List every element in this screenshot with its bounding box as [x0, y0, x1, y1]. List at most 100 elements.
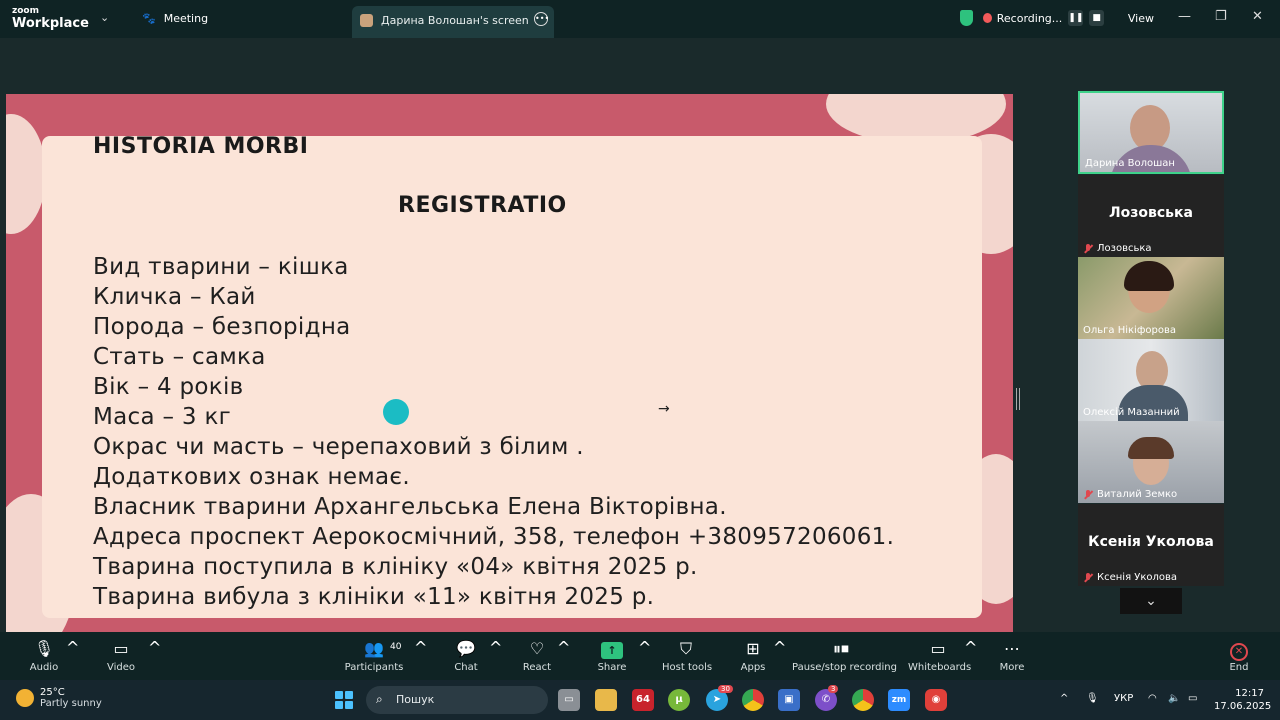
search-placeholder: Пошук: [396, 693, 435, 706]
share-button[interactable]: ↑ Share: [596, 638, 628, 673]
shield-icon: ⛉: [679, 639, 692, 658]
resize-handle[interactable]: [1016, 388, 1020, 410]
logo-big-text: Workplace: [12, 16, 89, 31]
participant-video: [1128, 437, 1174, 459]
slide-line: Маса – 3 кг: [93, 404, 232, 430]
temperature: 25°C: [40, 687, 65, 698]
file-explorer-icon[interactable]: [595, 689, 617, 711]
pause-recording-button[interactable]: ❚❚: [1068, 10, 1084, 26]
video-options-chevron-icon[interactable]: ^: [148, 638, 161, 657]
participants-options-chevron-icon[interactable]: ^: [414, 638, 427, 657]
stop-recording-button[interactable]: ■: [1089, 10, 1104, 26]
zoom-app-icon[interactable]: zm: [888, 689, 910, 711]
close-icon[interactable]: ✕: [1252, 9, 1263, 24]
battery-icon[interactable]: ▭: [1188, 693, 1197, 704]
apps-icon: ⊞: [746, 639, 760, 658]
utorrent-icon[interactable]: µ: [668, 689, 690, 711]
participants-button[interactable]: 👥 40 Participants: [344, 638, 404, 673]
pause-stop-recording-button[interactable]: ⏸⏹ Pause/stop recording: [792, 638, 897, 673]
chat-options-chevron-icon[interactable]: ^: [489, 638, 502, 657]
audio-button[interactable]: 🎙 Audio: [28, 638, 60, 673]
participant-name-text: Виталий Земко: [1097, 489, 1178, 500]
slide-line: Порода – безпорідна: [93, 314, 351, 340]
slide-line: Власник тварини Архангельська Елена Вікт…: [93, 494, 727, 520]
end-icon: ✕: [1230, 643, 1248, 661]
participant-tile[interactable]: Олексій Мазанний: [1078, 339, 1224, 421]
viber-badge: 3: [828, 685, 839, 693]
weather-widget[interactable]: 25°C Partly sunny: [16, 687, 102, 709]
participant-tile[interactable]: Лозовська Лозовська: [1078, 175, 1224, 257]
react-options-chevron-icon[interactable]: ^: [557, 638, 570, 657]
whiteboards-button[interactable]: ▭ Whiteboards: [908, 638, 971, 673]
shared-screen-tab[interactable]: Дарина Волошан's screen •••: [352, 6, 554, 38]
recording-area: Recording... ❚❚ ■ View: [956, 7, 1154, 29]
scroll-down-button[interactable]: ⌄: [1120, 588, 1182, 614]
apps-button[interactable]: ⊞ Apps: [738, 638, 768, 673]
weather-condition: Partly sunny: [40, 698, 102, 709]
chat-button[interactable]: 💬 Chat: [452, 638, 480, 673]
meeting-toolbar: 🎙 Audio ^ ▭ Video ^ 👥 40 Participants ^ …: [0, 632, 1280, 680]
react-label: React: [522, 662, 552, 673]
chrome-profile-icon[interactable]: [852, 689, 874, 711]
restore-icon[interactable]: ❐: [1215, 9, 1227, 24]
participant-tile[interactable]: Дарина Волошан: [1078, 91, 1224, 174]
mic-muted-icon: [1083, 243, 1093, 254]
shared-screen-area: HISTORIA MORBI REGISTRATIO Вид тварини –…: [0, 38, 1070, 660]
participant-tile[interactable]: Виталий Земко: [1078, 421, 1224, 503]
participant-name: Дарина Волошан: [1085, 158, 1175, 169]
participant-name: Виталий Земко: [1083, 489, 1177, 500]
apps-label: Apps: [740, 662, 766, 673]
end-meeting-button[interactable]: ✕ End: [1226, 638, 1252, 673]
audio-options-chevron-icon[interactable]: ^: [66, 638, 79, 657]
save-icon[interactable]: ▣: [778, 689, 800, 711]
video-button[interactable]: ▭ Video: [104, 638, 138, 673]
more-button[interactable]: ⋯ More: [998, 638, 1026, 673]
host-tools-button[interactable]: ⛉ Host tools: [662, 638, 712, 673]
participant-tile[interactable]: Ксенія Уколова Ксенія Уколова: [1078, 504, 1224, 586]
screen-tab-label: Дарина Волошан's screen: [381, 14, 529, 27]
taskbar-search-box[interactable]: ⌕ Пошук: [366, 686, 548, 714]
view-button[interactable]: View: [1128, 12, 1154, 25]
recorder-app-icon[interactable]: ◉: [925, 689, 947, 711]
more-options-icon[interactable]: •••: [534, 12, 549, 26]
participant-video: [1124, 261, 1174, 291]
slide-title: HISTORIA MORBI: [93, 134, 309, 159]
wifi-icon[interactable]: ◠: [1148, 693, 1157, 704]
share-options-chevron-icon[interactable]: ^: [638, 638, 651, 657]
slide-line: Кличка – Кай: [93, 284, 256, 310]
clock-date: 17.06.2025: [1214, 701, 1272, 712]
chat-icon: 💬: [456, 639, 476, 658]
share-screen-icon: ↑: [601, 642, 623, 659]
clock-time: 12:17: [1235, 688, 1264, 699]
microphone-icon: 🎙: [33, 639, 55, 658]
task-view-icon[interactable]: ▭: [558, 689, 580, 711]
recording-label: Recording...: [996, 11, 1063, 25]
more-icon: ⋯: [1004, 639, 1020, 658]
pointer-dot: [383, 399, 409, 425]
tray-chevron-up-icon[interactable]: ^: [1060, 693, 1068, 704]
meeting-tab[interactable]: 🐾 Meeting: [142, 12, 208, 25]
chrome-icon[interactable]: [742, 689, 764, 711]
whiteboards-options-chevron-icon[interactable]: ^: [964, 638, 977, 657]
participant-name-text: Лозовська: [1097, 243, 1152, 254]
react-button[interactable]: ♡ React: [522, 638, 552, 673]
apps-options-chevron-icon[interactable]: ^: [773, 638, 786, 657]
share-label: Share: [597, 662, 627, 673]
microphone-tray-icon[interactable]: 🎙: [1086, 693, 1099, 704]
chevron-down-icon[interactable]: ⌄: [100, 11, 109, 24]
title-bar: zoom Workplace ⌄ 🐾 Meeting Дарина Волоша…: [0, 0, 1280, 38]
system-clock[interactable]: 12:17 17.06.2025: [1214, 687, 1272, 713]
mic-muted-icon: [1083, 572, 1093, 583]
participant-tile[interactable]: Ольга Нікіфорова: [1078, 257, 1224, 339]
logo-small-text: zoom: [12, 6, 39, 16]
meeting-label: Meeting: [163, 12, 209, 25]
windows-taskbar: 25°C Partly sunny ⌕ Пошук ▭ 64 µ ➤ 30 ▣ …: [0, 680, 1280, 720]
volume-icon[interactable]: 🔈: [1168, 693, 1180, 704]
app-64-icon[interactable]: 64: [632, 689, 654, 711]
minimize-icon[interactable]: —: [1178, 9, 1191, 24]
windows-start-icon[interactable]: [335, 691, 353, 709]
shield-icon[interactable]: [960, 10, 973, 26]
language-indicator[interactable]: УКР: [1114, 693, 1133, 704]
slide-line: Стать – самка: [93, 344, 266, 370]
participant-big-name: Ксенія Уколова: [1088, 534, 1214, 550]
